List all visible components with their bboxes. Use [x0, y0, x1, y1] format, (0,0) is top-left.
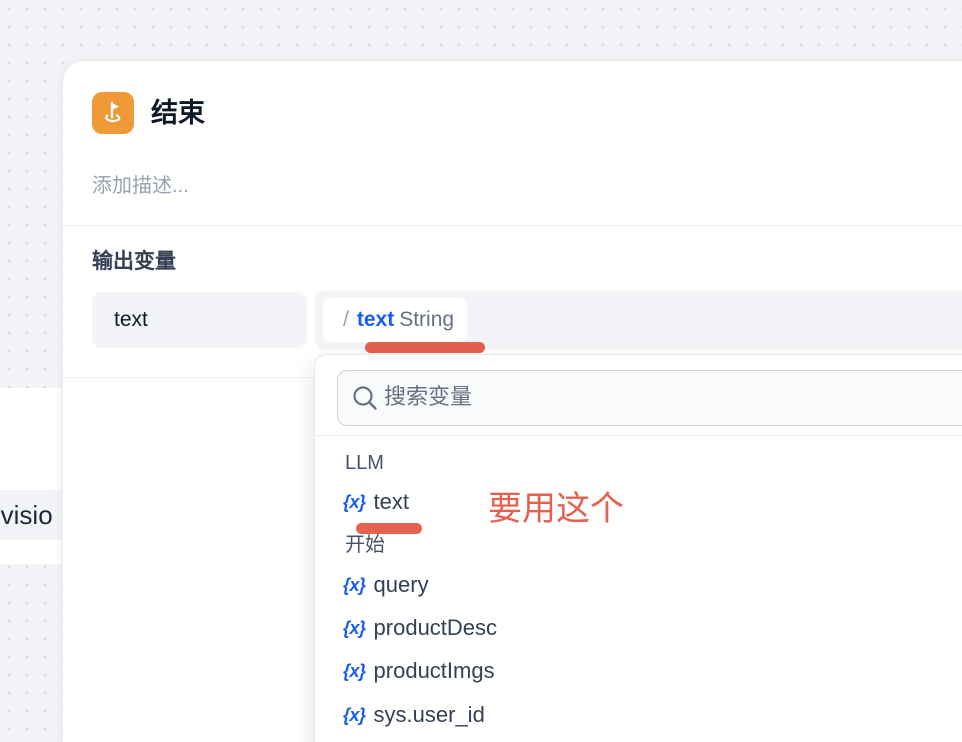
node-title: 结束 — [151, 98, 205, 128]
variable-icon: {x} — [343, 574, 366, 595]
output-variable-selector[interactable]: / text String — [315, 291, 962, 349]
flag-icon — [92, 92, 134, 134]
divider — [63, 225, 962, 226]
variable-icon: {x} — [343, 660, 366, 681]
variable-item-name: productDesc — [373, 615, 498, 640]
variable-item-llm-text[interactable]: {x} text — [343, 484, 409, 520]
description-placeholder[interactable]: 添加描述... — [92, 173, 189, 199]
variable-picker-dropdown: LLM {x} text 开始 {x} query {x} productDes… — [314, 354, 962, 742]
path-separator: / — [343, 308, 349, 331]
group-label-start: 开始 — [345, 534, 385, 556]
search-box[interactable] — [337, 370, 962, 426]
variable-item-name: text — [373, 489, 409, 514]
output-variables-label: 输出变量 — [92, 250, 176, 273]
annotation-text: 要用这个 — [488, 490, 624, 528]
search-input[interactable] — [384, 371, 962, 423]
variable-item-productdesc[interactable]: {x} productDesc — [343, 610, 497, 646]
variable-item-query[interactable]: {x} query — [343, 567, 429, 603]
search-icon — [353, 386, 377, 410]
variable-icon: {x} — [343, 704, 366, 725]
selected-variable-type: String — [399, 308, 455, 331]
variable-item-sys-user-id[interactable]: {x} sys.user_id — [343, 697, 485, 733]
group-label-llm: LLM — [345, 452, 384, 474]
variable-icon: {x} — [343, 617, 366, 638]
variable-icon: {x} — [343, 491, 366, 512]
output-variable-name-input[interactable]: text — [92, 292, 307, 348]
divider — [315, 435, 962, 436]
variable-item-name: sys.user_id — [373, 702, 485, 727]
selected-variable-name: text — [356, 308, 395, 331]
selected-variable-chip[interactable]: / text String — [323, 298, 468, 342]
variable-item-productimgs[interactable]: {x} productImgs — [343, 653, 495, 689]
annotation-underline — [356, 523, 422, 534]
variable-item-name: productImgs — [373, 658, 495, 683]
variable-item-name: query — [373, 572, 429, 597]
annotation-underline — [365, 342, 485, 353]
